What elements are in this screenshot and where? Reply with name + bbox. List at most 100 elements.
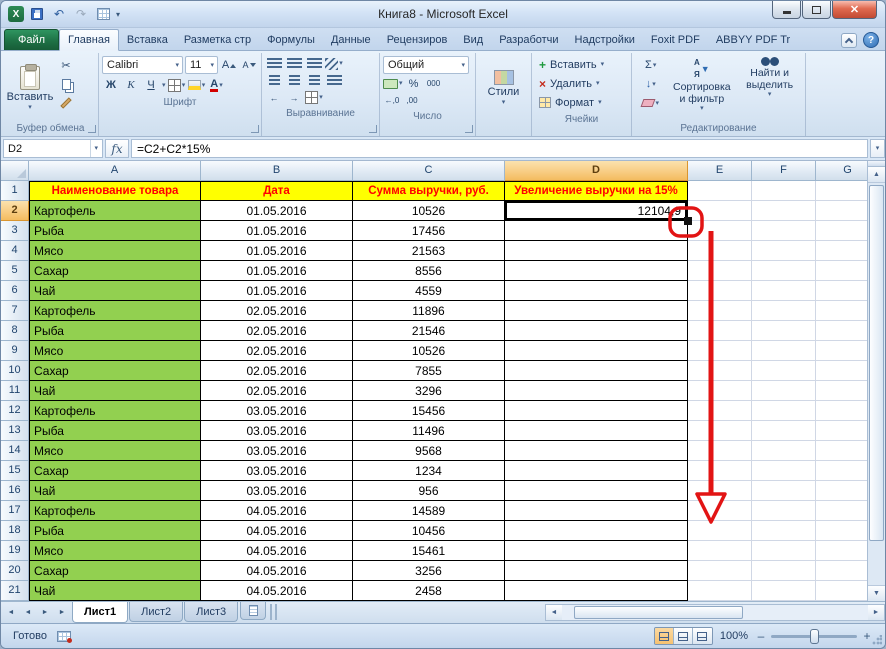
tab-file[interactable]: Файл — [4, 29, 59, 50]
cell-A13[interactable]: Рыба — [29, 421, 201, 441]
cell-D14[interactable] — [505, 441, 688, 461]
redo-button[interactable]: ↷ — [72, 6, 90, 22]
cell-F7[interactable] — [752, 301, 816, 321]
cell-F3[interactable] — [752, 221, 816, 241]
cell-B5[interactable]: 01.05.2016 — [201, 261, 353, 281]
cell-C8[interactable]: 21546 — [353, 321, 505, 341]
paste-button[interactable]: Вставить ▾ — [6, 55, 54, 121]
styles-button[interactable]: Стили ▾ — [480, 55, 528, 121]
merge-center-button[interactable]: ▾ — [305, 89, 323, 107]
save-button[interactable] — [28, 6, 46, 22]
chevron-down-icon[interactable]: ▾ — [162, 82, 166, 89]
cell-B21[interactable]: 04.05.2016 — [201, 581, 353, 601]
font-size-select[interactable]: 11 ▾ — [185, 56, 218, 74]
insert-function-button[interactable]: fx — [105, 139, 129, 158]
cell-G11[interactable] — [816, 381, 869, 401]
cell-A12[interactable]: Картофель — [29, 401, 201, 421]
cell-E12[interactable] — [688, 401, 752, 421]
cell-B6[interactable]: 01.05.2016 — [201, 281, 353, 301]
tab-Данные[interactable]: Данные — [323, 30, 379, 50]
tab-Вид[interactable]: Вид — [455, 30, 491, 50]
scroll-down-button[interactable]: ▼ — [868, 585, 885, 601]
cell-E3[interactable] — [688, 221, 752, 241]
cell-D8[interactable] — [505, 321, 688, 341]
cell-B4[interactable]: 01.05.2016 — [201, 241, 353, 261]
cell-E6[interactable] — [688, 281, 752, 301]
align-right-button[interactable] — [305, 72, 323, 90]
cell-E10[interactable] — [688, 361, 752, 381]
column-header-D[interactable]: D — [505, 161, 688, 181]
cell-C21[interactable]: 2458 — [353, 581, 505, 601]
cell-A14[interactable]: Мясо — [29, 441, 201, 461]
tab-Foxit PDF[interactable]: Foxit PDF — [643, 30, 708, 50]
cell-C1[interactable]: Сумма выручки, руб. — [353, 181, 505, 201]
cell-C16[interactable]: 956 — [353, 481, 505, 501]
cell-B13[interactable]: 03.05.2016 — [201, 421, 353, 441]
row-header-12[interactable]: 12 — [1, 401, 29, 421]
cell-C10[interactable]: 7855 — [353, 361, 505, 381]
sheet-tab-Лист3[interactable]: Лист3 — [184, 602, 238, 622]
tab-Надстройки[interactable]: Надстройки — [567, 30, 643, 50]
format-painter-button[interactable] — [57, 94, 75, 112]
zoom-slider-thumb[interactable] — [810, 629, 819, 644]
cell-A9[interactable]: Мясо — [29, 341, 201, 361]
cell-C11[interactable]: 3296 — [353, 381, 505, 401]
tab-Разработчи[interactable]: Разработчи — [491, 30, 566, 50]
minimize-button[interactable] — [772, 1, 801, 19]
align-bottom-button[interactable] — [305, 55, 323, 73]
row-header-14[interactable]: 14 — [1, 441, 29, 461]
cell-F15[interactable] — [752, 461, 816, 481]
cell-A4[interactable]: Мясо — [29, 241, 201, 261]
cell-D13[interactable] — [505, 421, 688, 441]
column-header-C[interactable]: C — [353, 161, 505, 181]
cell-A3[interactable]: Рыба — [29, 221, 201, 241]
cell-C7[interactable]: 11896 — [353, 301, 505, 321]
cell-E18[interactable] — [688, 521, 752, 541]
cell-D3[interactable] — [505, 221, 688, 241]
cell-A21[interactable]: Чай — [29, 581, 201, 601]
cell-E8[interactable] — [688, 321, 752, 341]
cell-D18[interactable] — [505, 521, 688, 541]
horizontal-scroll-track[interactable] — [562, 605, 868, 620]
macro-record-button[interactable] — [57, 631, 71, 642]
cell-G15[interactable] — [816, 461, 869, 481]
shrink-font-button[interactable]: А — [240, 56, 258, 74]
cell-B11[interactable]: 02.05.2016 — [201, 381, 353, 401]
cell-F17[interactable] — [752, 501, 816, 521]
cell-A6[interactable]: Чай — [29, 281, 201, 301]
cell-G14[interactable] — [816, 441, 869, 461]
cell-A15[interactable]: Сахар — [29, 461, 201, 481]
cell-C20[interactable]: 3256 — [353, 561, 505, 581]
delete-cells-button[interactable]: × Удалить ▾ — [535, 74, 628, 93]
cell-G10[interactable] — [816, 361, 869, 381]
sheet-tab-Лист2[interactable]: Лист2 — [129, 602, 183, 622]
cell-D20[interactable] — [505, 561, 688, 581]
grow-font-button[interactable]: А — [220, 56, 238, 74]
cell-G4[interactable] — [816, 241, 869, 261]
find-select-button[interactable]: Найти и выделить ▾ — [737, 55, 802, 121]
cell-C6[interactable]: 4559 — [353, 281, 505, 301]
resize-grip[interactable] — [872, 635, 882, 645]
cell-F19[interactable] — [752, 541, 816, 561]
cell-G20[interactable] — [816, 561, 869, 581]
cell-B12[interactable]: 03.05.2016 — [201, 401, 353, 421]
undo-button[interactable]: ↶ — [50, 6, 68, 22]
page-break-view-button[interactable] — [693, 628, 712, 644]
cell-D15[interactable] — [505, 461, 688, 481]
cell-C9[interactable]: 10526 — [353, 341, 505, 361]
cell-A5[interactable]: Сахар — [29, 261, 201, 281]
row-header-4[interactable]: 4 — [1, 241, 29, 261]
page-layout-view-button[interactable] — [674, 628, 693, 644]
cell-D16[interactable] — [505, 481, 688, 501]
sort-filter-button[interactable]: АЯ▼ Сортировка и фильтр ▾ — [669, 55, 734, 121]
increase-decimal-button[interactable]: ←,0 — [383, 92, 401, 110]
align-top-button[interactable] — [265, 55, 283, 73]
zoom-level-label[interactable]: 100% — [720, 630, 748, 642]
cell-F10[interactable] — [752, 361, 816, 381]
cell-G19[interactable] — [816, 541, 869, 561]
tab-Вставка[interactable]: Вставка — [119, 30, 176, 50]
cell-F16[interactable] — [752, 481, 816, 501]
cell-D9[interactable] — [505, 341, 688, 361]
horizontal-scrollbar[interactable]: ◄ ► — [545, 604, 885, 621]
next-sheet-button[interactable]: ► — [37, 604, 53, 620]
